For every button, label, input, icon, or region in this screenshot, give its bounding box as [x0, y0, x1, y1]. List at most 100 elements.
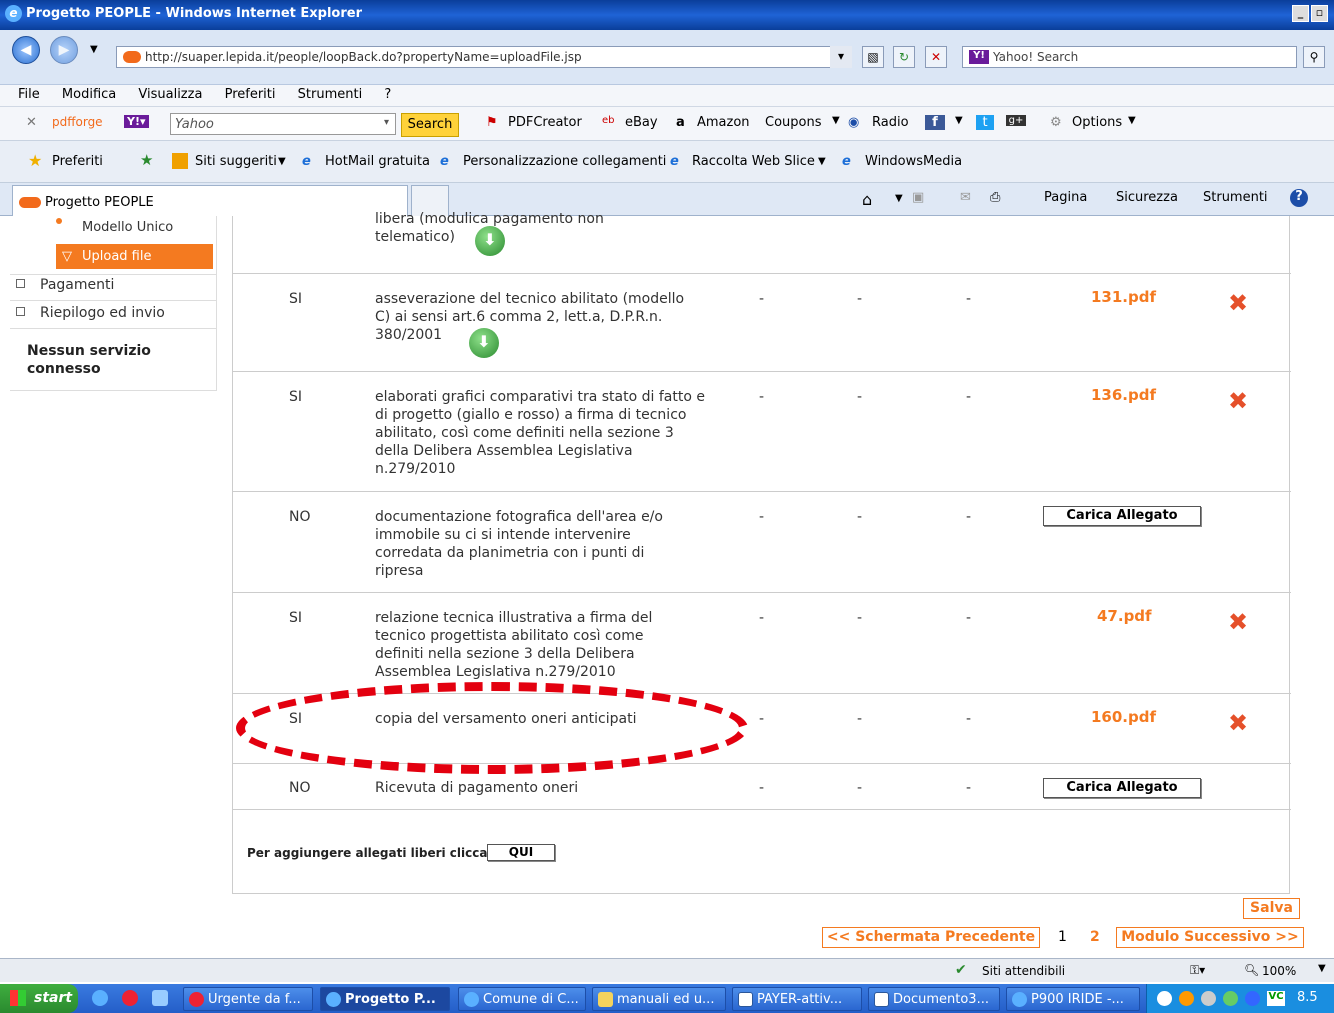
- zoom-level[interactable]: 100%: [1262, 964, 1296, 978]
- task-comune[interactable]: Comune di C...: [458, 987, 586, 1011]
- facebook-icon[interactable]: f: [925, 115, 945, 130]
- pdfcreator-button[interactable]: PDFCreator: [508, 115, 582, 130]
- tray-network-icon[interactable]: [1157, 991, 1172, 1006]
- url-dropdown-icon[interactable]: ▾: [830, 46, 852, 68]
- home-icon[interactable]: ⌂: [862, 190, 872, 209]
- file-link[interactable]: 160.pdf: [1091, 708, 1156, 726]
- file-link[interactable]: 47.pdf: [1097, 607, 1152, 625]
- minimize-button[interactable]: _: [1292, 5, 1309, 22]
- close-toolbar-icon[interactable]: ✕: [26, 115, 37, 130]
- zoom-dropdown-icon[interactable]: ▼: [1318, 963, 1326, 974]
- menu-pagina[interactable]: Pagina: [1044, 190, 1087, 205]
- save-button[interactable]: Salva: [1243, 898, 1300, 919]
- webslice-dropdown-icon[interactable]: ▼: [818, 156, 826, 167]
- home-dropdown-icon[interactable]: ▼: [895, 193, 903, 204]
- task-manuali[interactable]: manuali ed u...: [592, 987, 726, 1011]
- sidebar-item-modello-unico[interactable]: Modello Unico: [82, 220, 173, 235]
- options-button[interactable]: Options: [1072, 115, 1122, 130]
- fav-web-slice[interactable]: Raccolta Web Slice: [692, 154, 815, 169]
- siti-dropdown-icon[interactable]: ▼: [278, 156, 286, 167]
- menu-strumenti-cmd[interactable]: Strumenti: [1203, 190, 1268, 205]
- mail-icon[interactable]: ✉: [960, 190, 971, 205]
- tab-progetto-people[interactable]: Progetto PEOPLE: [12, 185, 408, 216]
- fav-hotmail[interactable]: HotMail gratuita: [325, 154, 430, 169]
- menu-modifica[interactable]: Modifica: [62, 87, 116, 102]
- word-icon: [738, 992, 753, 1007]
- menu-file[interactable]: File: [18, 87, 40, 102]
- add-favorite-icon[interactable]: ★: [140, 151, 153, 169]
- url-input[interactable]: http://suaper.lepida.it/people/loopBack.…: [116, 46, 852, 68]
- amazon-button[interactable]: Amazon: [697, 115, 750, 130]
- fav-siti-suggeriti[interactable]: Siti suggeriti: [195, 154, 277, 169]
- add-free-attachment-button[interactable]: QUI: [487, 844, 555, 861]
- menu-sicurezza[interactable]: Sicurezza: [1116, 190, 1178, 205]
- sidebar-item-upload-file[interactable]: ▽ Upload file: [56, 244, 213, 269]
- delete-icon[interactable]: ✖: [1227, 291, 1249, 315]
- history-dropdown-icon[interactable]: ▼: [90, 44, 98, 55]
- ie-quicklaunch-icon[interactable]: [92, 990, 108, 1006]
- options-dropdown-icon[interactable]: ▼: [1128, 115, 1136, 126]
- start-button[interactable]: start: [0, 984, 78, 1013]
- protected-mode-icon[interactable]: ⚿▾: [1190, 963, 1205, 978]
- coupons-dropdown-icon[interactable]: ▼: [832, 115, 840, 126]
- task-urgente[interactable]: Urgente da f...: [183, 987, 313, 1011]
- chrome-quicklaunch-icon[interactable]: [122, 990, 138, 1006]
- menu-strumenti[interactable]: Strumenti: [298, 87, 363, 102]
- tray-app-icon[interactable]: [1201, 991, 1216, 1006]
- search-input[interactable]: Y! Yahoo! Search: [962, 46, 1297, 68]
- feeds-icon[interactable]: ▣: [912, 190, 924, 205]
- search-button[interactable]: Search: [401, 113, 459, 137]
- radio-button[interactable]: Radio: [872, 115, 909, 130]
- twitter-icon[interactable]: t: [976, 115, 994, 130]
- file-link[interactable]: 131.pdf: [1091, 288, 1156, 306]
- delete-icon[interactable]: ✖: [1227, 711, 1249, 735]
- fav-windowsmedia[interactable]: WindowsMedia: [865, 154, 962, 169]
- stop-icon[interactable]: ✕: [925, 46, 947, 68]
- menu-preferiti[interactable]: Preferiti: [225, 87, 276, 102]
- sidebar-item-riepilogo[interactable]: Riepilogo ed invio: [40, 305, 165, 321]
- download-icon[interactable]: ⬇: [475, 226, 505, 256]
- delete-icon[interactable]: ✖: [1227, 389, 1249, 413]
- next-module-button[interactable]: Modulo Successivo >>: [1116, 927, 1304, 948]
- compat-view-icon[interactable]: ▧: [862, 46, 884, 68]
- delete-icon[interactable]: ✖: [1227, 610, 1249, 634]
- menu-visualizza[interactable]: Visualizza: [138, 87, 202, 102]
- task-progetto-people[interactable]: Progetto P...: [320, 987, 450, 1011]
- file-link[interactable]: 136.pdf: [1091, 386, 1156, 404]
- task-p900-iride[interactable]: P900 IRIDE -...: [1006, 987, 1140, 1011]
- tray-vc-icon[interactable]: VC: [1267, 991, 1285, 1006]
- word-icon: [874, 992, 889, 1007]
- ebay-button[interactable]: eBay: [625, 115, 658, 130]
- task-documento3[interactable]: Documento3...: [868, 987, 1000, 1011]
- menu-help[interactable]: ?: [384, 87, 391, 102]
- tray-app-icon[interactable]: [1223, 991, 1238, 1006]
- help-icon[interactable]: ?: [1290, 189, 1308, 207]
- tray-app-icon[interactable]: [1179, 991, 1194, 1006]
- googleplus-icon[interactable]: g+: [1006, 115, 1026, 126]
- desktop-quicklaunch-icon[interactable]: [152, 990, 168, 1006]
- print-icon[interactable]: ⎙: [990, 190, 1000, 205]
- yahoo-menu-icon[interactable]: Y!▾: [124, 115, 149, 128]
- fav-personalizzazione[interactable]: Personalizzazione collegamenti: [463, 154, 666, 169]
- sidebar-item-pagamenti[interactable]: Pagamenti: [40, 277, 114, 293]
- search-go-icon[interactable]: ⚲: [1303, 46, 1325, 68]
- tray-app-icon[interactable]: [1245, 991, 1260, 1006]
- folder-icon: [598, 992, 613, 1007]
- download-icon[interactable]: ⬇: [469, 328, 499, 358]
- upload-attachment-button[interactable]: Carica Allegato: [1043, 778, 1201, 798]
- row-description: asseverazione del tecnico abilitato (mod…: [375, 291, 685, 343]
- upload-attachment-button[interactable]: Carica Allegato: [1043, 506, 1201, 526]
- yahoo-search-field[interactable]: Yahoo ▾: [170, 113, 396, 135]
- refresh-icon[interactable]: ↻: [893, 46, 915, 68]
- forward-button[interactable]: ▶: [50, 36, 78, 64]
- task-payer[interactable]: PAYER-attiv...: [732, 987, 862, 1011]
- search-placeholder: Yahoo! Search: [993, 50, 1079, 64]
- coupons-button[interactable]: Coupons: [765, 115, 822, 130]
- yahoo-field-dropdown-icon[interactable]: ▾: [384, 117, 389, 128]
- previous-screen-button[interactable]: << Schermata Precedente: [822, 927, 1040, 948]
- page-1-link[interactable]: 1: [1058, 929, 1067, 945]
- maximize-button[interactable]: ▫: [1311, 5, 1328, 22]
- back-button[interactable]: ◀: [12, 36, 40, 64]
- facebook-dropdown-icon[interactable]: ▼: [955, 115, 963, 126]
- favorites-button[interactable]: Preferiti: [52, 154, 103, 169]
